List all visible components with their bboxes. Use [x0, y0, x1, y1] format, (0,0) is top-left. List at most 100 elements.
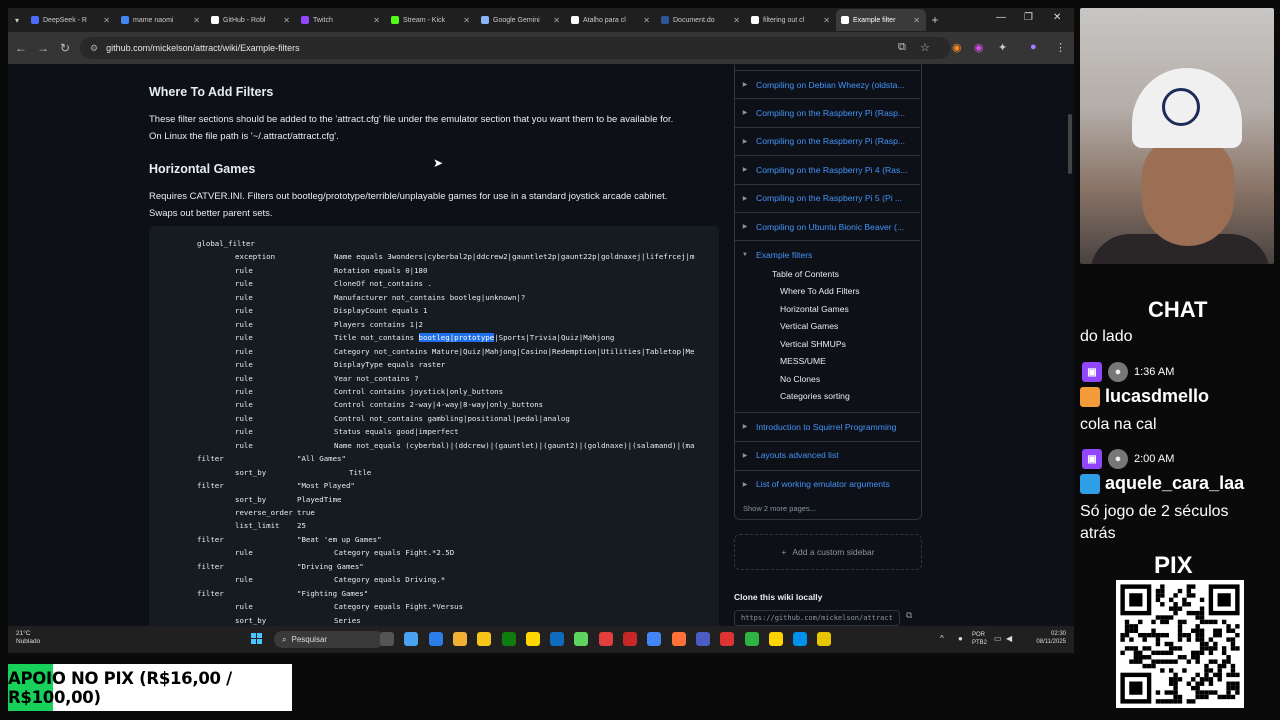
clone-url-field[interactable]: https://github.com/mickelson/attract — [734, 610, 900, 626]
tab-close-icon[interactable]: ✕ — [103, 16, 110, 25]
copy-icon[interactable]: ⧉ — [906, 610, 912, 621]
chevron-right-icon[interactable]: ▶ — [734, 452, 756, 459]
browser-tab[interactable]: Example filter ✕ — [836, 9, 926, 31]
sidebar-page-item[interactable]: ▶ Compiling on Ubuntu Bionic Beaver (... — [734, 212, 920, 240]
sidebar-page-item[interactable]: ▶ Compiling on the Raspberry Pi (Rasp... — [734, 98, 920, 126]
taskbar-search[interactable]: ⌕ Pesquisar — [274, 631, 384, 648]
sidebar-page-item[interactable]: ▶ Compiling on the Raspberry Pi 5 (Pi ... — [734, 183, 920, 212]
tab-close-icon[interactable]: ✕ — [823, 16, 830, 25]
tab-close-icon[interactable]: ✕ — [373, 16, 380, 25]
close-window-icon[interactable]: ✕ — [1053, 12, 1061, 23]
taskbar-app-icon[interactable] — [817, 632, 832, 646]
sidebar-page-item[interactable]: ▼ Example filters — [734, 240, 920, 268]
extensions-puzzle-icon[interactable]: ✦ — [998, 41, 1007, 54]
browser-tab[interactable]: Atalho para cl ✕ — [566, 9, 656, 31]
browser-tab[interactable]: Twitch ✕ — [296, 9, 386, 31]
taskbar-app-icon[interactable] — [695, 632, 710, 646]
taskbar-app-icon[interactable] — [428, 632, 443, 646]
browser-tab[interactable]: DeepSeek - R ✕ — [26, 9, 116, 31]
taskbar-app-icon[interactable] — [380, 632, 394, 646]
extension-icon[interactable]: ◉ — [974, 41, 984, 54]
browser-tab[interactable]: Stream - Kick ✕ — [386, 9, 476, 31]
install-app-icon[interactable]: ⧉ — [898, 41, 906, 54]
toc-link[interactable]: MESS/UME — [780, 356, 826, 366]
chevron-right-icon[interactable]: ▶ — [734, 138, 756, 145]
profile-avatar-icon[interactable]: ● — [1030, 41, 1037, 53]
toc-link[interactable]: No Clones — [780, 374, 820, 384]
tab-close-icon[interactable]: ✕ — [193, 16, 200, 25]
tab-close-icon[interactable]: ✕ — [733, 16, 740, 25]
tab-close-icon[interactable]: ✕ — [643, 16, 650, 25]
show-more-pages-link[interactable]: Show 2 more pages... — [743, 504, 816, 513]
browser-menu-icon[interactable]: ⋮ — [1055, 41, 1066, 54]
mic-icon[interactable]: ● — [958, 634, 963, 643]
sidebar-page-item[interactable]: ▶ Compiling on the Raspberry Pi (Rasp... — [734, 126, 920, 155]
volume-icon[interactable]: ◀ — [1006, 634, 1012, 643]
taskbar-app-icon[interactable] — [623, 632, 637, 646]
tab-search-icon[interactable]: ▾ — [8, 16, 26, 25]
scroll-thumb[interactable] — [1068, 114, 1072, 174]
chevron-right-icon[interactable]: ▶ — [734, 109, 756, 116]
chevron-right-icon[interactable]: ▶ — [734, 81, 756, 88]
rss-extension-icon[interactable]: ◉ — [952, 41, 962, 54]
taskbar-app-icon[interactable] — [404, 632, 419, 646]
network-icon[interactable]: ▭ — [994, 634, 1002, 643]
qr-module — [1230, 637, 1236, 642]
tab-close-icon[interactable]: ✕ — [913, 16, 920, 25]
taskbar-app-icon[interactable] — [744, 632, 759, 646]
toc-link[interactable]: Horizontal Games — [780, 304, 849, 314]
taskbar-app-icon[interactable] — [525, 632, 540, 646]
add-custom-sidebar-button[interactable]: + Add a custom sidebar — [734, 534, 922, 570]
code-block[interactable]: global_filter exception Name equals 3wonde… — [149, 226, 719, 626]
taskbar-app-icon[interactable] — [452, 632, 467, 646]
taskbar-app-icon[interactable] — [501, 632, 516, 646]
chevron-right-icon[interactable]: ▶ — [734, 195, 756, 202]
sidebar-page-item[interactable]: ▶ Introduction to Squirrel Programming — [734, 412, 920, 440]
taskbar-app-icon[interactable] — [477, 632, 492, 646]
new-tab-button[interactable]: + — [926, 13, 944, 27]
toc-link[interactable]: Vertical Games — [780, 321, 838, 331]
chevron-right-icon[interactable]: ▶ — [734, 166, 756, 173]
reload-icon[interactable]: ↻ — [54, 41, 76, 55]
tab-close-icon[interactable]: ✕ — [553, 16, 560, 25]
taskbar-app-icon[interactable] — [671, 632, 686, 646]
restore-icon[interactable]: ❐ — [1024, 12, 1033, 23]
sidebar-page-item[interactable]: ▶ List of working emulator arguments — [734, 469, 920, 498]
tab-close-icon[interactable]: ✕ — [463, 16, 470, 25]
taskbar-app-icon[interactable] — [550, 632, 565, 646]
back-icon[interactable]: ← — [10, 41, 32, 55]
browser-tab[interactable]: Document.do ✕ — [656, 9, 746, 31]
site-info-icon[interactable]: ⚙ — [90, 43, 98, 54]
language-indicator[interactable]: POR PTB2 — [972, 631, 987, 647]
clock[interactable]: 02:30 08/11/2025 — [1036, 630, 1066, 646]
taskbar-app-icon[interactable] — [768, 632, 783, 646]
toc-link[interactable]: Categories sorting — [780, 391, 850, 401]
toc-link[interactable]: Where To Add Filters — [780, 286, 860, 296]
sidebar-page-item[interactable]: ▶ Compiling on the Raspberry Pi 4 (Ras... — [734, 155, 920, 183]
sidebar-page-item[interactable]: ▶ Layouts advanced list — [734, 440, 920, 469]
sidebar-page-item[interactable]: ▶ Compiling on Debian Wheezy (oldsta... — [734, 70, 920, 98]
taskbar-app-icon[interactable] — [598, 632, 613, 646]
taskbar-app-icon[interactable] — [574, 632, 589, 646]
minimize-icon[interactable]: — — [996, 12, 1006, 23]
chevron-right-icon[interactable]: ▶ — [734, 423, 756, 430]
chevron-right-icon[interactable]: ▶ — [734, 481, 756, 488]
browser-tab[interactable]: mame naomi ✕ — [116, 9, 206, 31]
browser-tab[interactable]: filtering out cl ✕ — [746, 9, 836, 31]
url-field[interactable]: ⚙ github.com/mickelson/attract/wiki/Exam… — [80, 37, 950, 59]
taskbar-app-icon[interactable] — [793, 632, 808, 646]
windows-start-icon[interactable] — [251, 633, 263, 645]
tray-chevron-icon[interactable]: ^ — [940, 634, 944, 643]
weather-widget[interactable]: 21°C Nublado — [16, 630, 40, 646]
taskbar-app-icon[interactable] — [720, 632, 735, 646]
browser-tab[interactable]: Google Gemini ✕ — [476, 9, 566, 31]
chevron-right-icon[interactable]: ▶ — [734, 223, 756, 230]
tab-close-icon[interactable]: ✕ — [283, 16, 290, 25]
browser-tab[interactable]: GitHub - Robl ✕ — [206, 9, 296, 31]
taskbar-app-icon[interactable] — [647, 632, 662, 646]
chevron-down-icon[interactable]: ▼ — [734, 252, 756, 258]
forward-icon[interactable]: → — [32, 41, 54, 55]
toc-link[interactable]: Vertical SHMUPs — [780, 339, 846, 349]
bookmark-star-icon[interactable]: ☆ — [920, 41, 930, 54]
page-scrollbar[interactable] — [1066, 64, 1074, 626]
